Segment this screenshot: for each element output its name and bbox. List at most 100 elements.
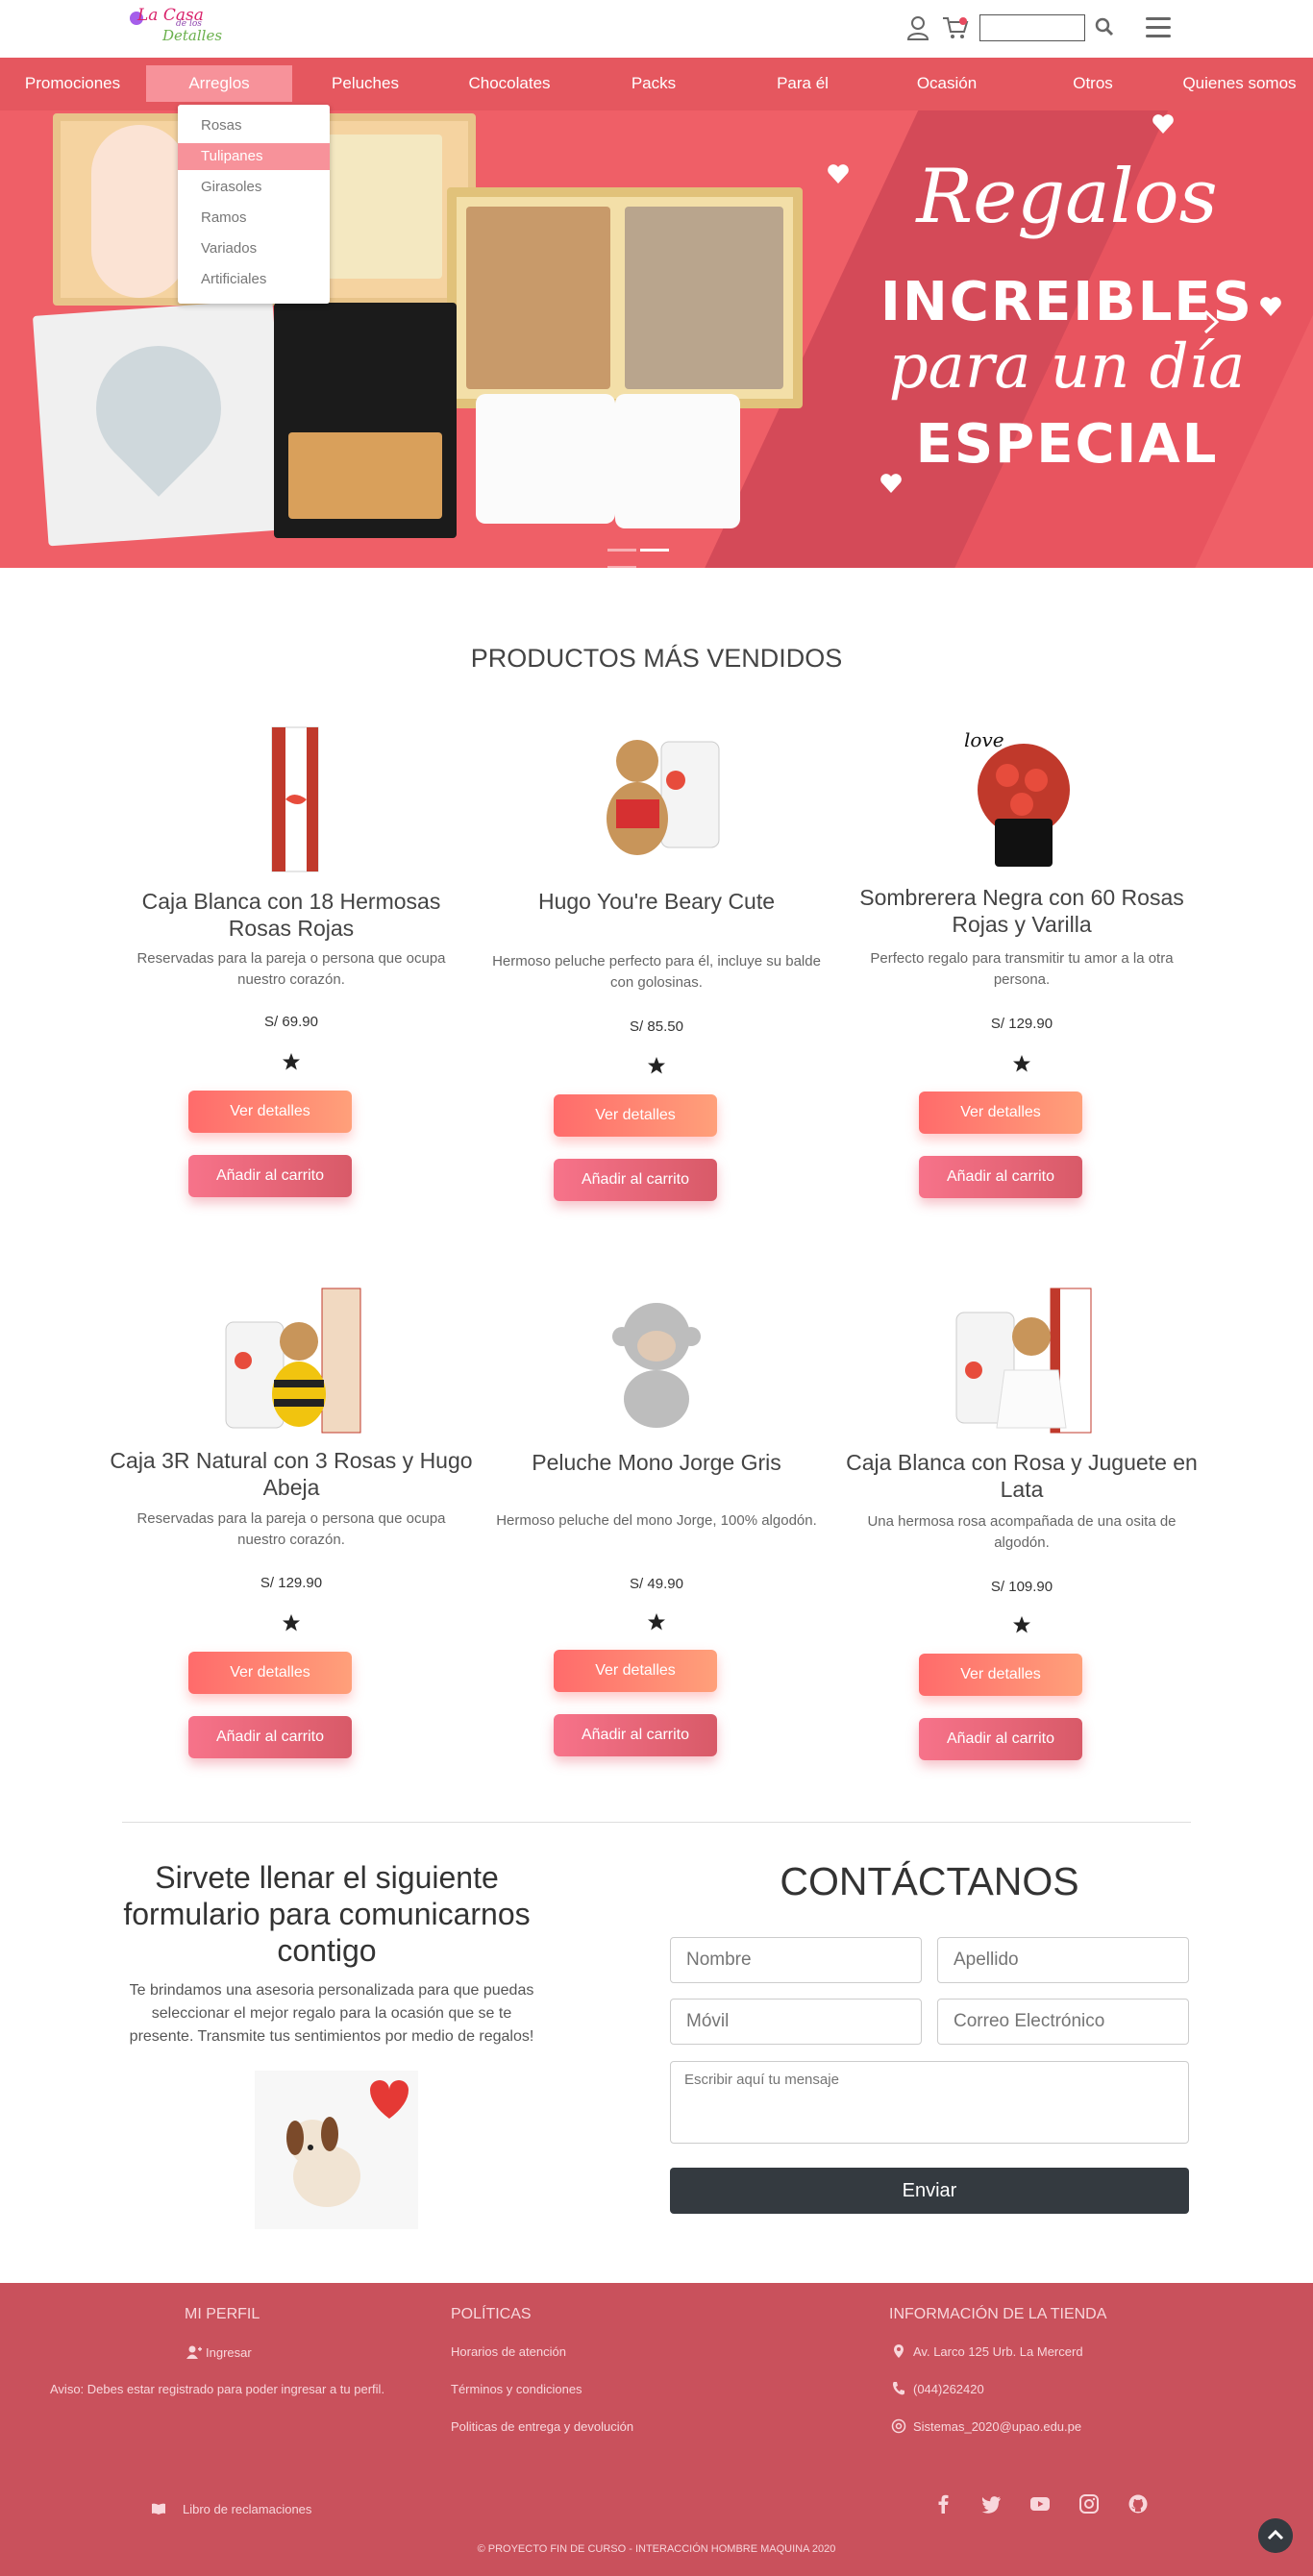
- heart-icon: [1152, 114, 1174, 134]
- send-button[interactable]: Enviar: [670, 2168, 1189, 2214]
- logo-line3: Detalles: [162, 27, 223, 44]
- details-button[interactable]: Ver detalles: [188, 1091, 352, 1133]
- footer-email[interactable]: Sistemas_2020@upao.edu.pe: [913, 2419, 1081, 2434]
- hero-caps: [625, 207, 783, 389]
- hamburger-menu-icon[interactable]: [1146, 17, 1171, 38]
- product-description: Hermoso peluche perfecto para él, incluy…: [492, 953, 821, 991]
- scroll-top-chevron-up-icon[interactable]: [1258, 2518, 1293, 2553]
- details-button[interactable]: Ver detalles: [919, 1092, 1082, 1134]
- dropdown-item-tulipanes[interactable]: Tulipanes: [178, 143, 330, 170]
- logo[interactable]: La Casa de los Detalles: [130, 6, 240, 44]
- star-icon: [1013, 1616, 1030, 1633]
- footer-copyright: © PROYECTO FIN DE CURSO - INTERACCIÓN HO…: [477, 2543, 836, 2555]
- instagram-icon[interactable]: [1078, 2493, 1100, 2515]
- nav-chocolates[interactable]: Chocolates: [457, 65, 562, 102]
- search-input[interactable]: [979, 14, 1085, 41]
- product-card: Caja Blanca con Rosa y Juguete en Lata U…: [839, 1284, 1204, 1803]
- add-to-cart-button[interactable]: Añadir al carrito: [188, 1716, 352, 1758]
- product-card: love Sombrerera Negra con 60 Rosas Rojas…: [839, 723, 1204, 1241]
- footer-profile-heading: MI PERFIL: [185, 2306, 260, 2322]
- footer-store-heading: INFORMACIÓN DE LA TIENDA: [889, 2306, 1107, 2322]
- nav-para-el[interactable]: Para él: [759, 65, 846, 102]
- details-button[interactable]: Ver detalles: [188, 1652, 352, 1694]
- email-field[interactable]: [937, 1999, 1189, 2045]
- footer-policy-link[interactable]: Términos y condiciones: [451, 2382, 582, 2396]
- nav-otros[interactable]: Otros: [1050, 65, 1136, 102]
- product-card: Caja 3R Natural con 3 Rosas y Hugo Abeja…: [109, 1284, 474, 1803]
- user-icon[interactable]: [906, 15, 929, 40]
- footer-policy-link[interactable]: Politicas de entrega y devolución: [451, 2419, 633, 2434]
- footer-login-link[interactable]: Ingresar: [206, 2345, 252, 2360]
- user-plus-icon: [186, 2345, 202, 2359]
- product-name[interactable]: Hugo You're Beary Cute: [474, 888, 839, 915]
- nav-quienes-somos[interactable]: Quienes somos: [1175, 65, 1304, 102]
- footer-complaints-link[interactable]: Libro de reclamaciones: [183, 2502, 311, 2516]
- product-name[interactable]: Caja Blanca con Rosa y Juguete en Lata: [839, 1449, 1204, 1503]
- product-image[interactable]: [214, 1284, 368, 1437]
- dropdown-item-ramos[interactable]: Ramos: [178, 205, 330, 232]
- dropdown-item-girasoles[interactable]: Girasoles: [178, 174, 330, 201]
- hero-corks: [466, 207, 610, 389]
- message-textarea[interactable]: [670, 2061, 1189, 2144]
- nav-promociones[interactable]: Promociones: [17, 65, 128, 102]
- product-price: S/ 69.90: [264, 1014, 318, 1030]
- add-to-cart-button[interactable]: Añadir al carrito: [554, 1714, 717, 1756]
- dropdown-item-artificiales[interactable]: Artificiales: [178, 266, 330, 293]
- nav-packs[interactable]: Packs: [610, 65, 697, 102]
- product-image[interactable]: [580, 1284, 733, 1437]
- carousel-next-icon[interactable]: [1202, 307, 1221, 336]
- details-button[interactable]: Ver detalles: [554, 1094, 717, 1137]
- youtube-icon[interactable]: [1029, 2493, 1051, 2515]
- form-intro-title: Sirvete llenar el siguiente formulario p…: [123, 1860, 531, 1968]
- add-to-cart-button[interactable]: Añadir al carrito: [919, 1156, 1082, 1198]
- footer-policies-heading: POLÍTICAS: [451, 2306, 532, 2322]
- heart-icon: [828, 164, 849, 184]
- dropdown-item-rosas[interactable]: Rosas: [178, 112, 330, 139]
- product-name[interactable]: Caja Blanca con 18 Hermosas Rosas Rojas: [109, 888, 474, 942]
- facebook-icon[interactable]: [933, 2493, 954, 2515]
- details-button[interactable]: Ver detalles: [919, 1654, 1082, 1696]
- product-name[interactable]: Peluche Mono Jorge Gris: [474, 1449, 839, 1476]
- hero-couple-portrait: [91, 125, 187, 298]
- star-icon: [648, 1057, 665, 1074]
- search-icon[interactable]: [1094, 16, 1115, 37]
- hero-title-line1: Regalos: [916, 154, 1218, 240]
- lastname-field[interactable]: [937, 1937, 1189, 1983]
- star-icon: [283, 1053, 300, 1070]
- product-name[interactable]: Sombrerera Negra con 60 Rosas Rojas y Va…: [839, 884, 1204, 938]
- add-to-cart-button[interactable]: Añadir al carrito: [554, 1159, 717, 1201]
- product-image[interactable]: [580, 723, 733, 876]
- product-image[interactable]: love: [945, 723, 1099, 876]
- hero-title-line3: para un día: [888, 331, 1246, 403]
- cart-badge: [959, 17, 967, 25]
- star-icon: [648, 1613, 665, 1631]
- footer-policy-link[interactable]: Horarios de atención: [451, 2344, 566, 2359]
- product-image[interactable]: [945, 1284, 1099, 1437]
- github-icon[interactable]: [1127, 2493, 1149, 2515]
- nav-peluches[interactable]: Peluches: [317, 65, 413, 102]
- details-button[interactable]: Ver detalles: [554, 1650, 717, 1692]
- footer: [0, 2283, 1313, 2576]
- nav-ocasion[interactable]: Ocasión: [899, 65, 995, 102]
- name-field[interactable]: [670, 1937, 922, 1983]
- heart-icon: [880, 474, 902, 493]
- product-card: Peluche Mono Jorge Gris Hermoso peluche …: [474, 1284, 839, 1803]
- footer-login-notice: Aviso: Debes estar registrado para poder…: [50, 2382, 385, 2396]
- dropdown-item-variados[interactable]: Variados: [178, 235, 330, 262]
- product-name[interactable]: Caja 3R Natural con 3 Rosas y Hugo Abeja: [109, 1447, 474, 1501]
- hero-mug-left: [476, 394, 615, 524]
- hero-title-line4: ESPECIAL: [915, 413, 1219, 476]
- phone-icon: [893, 2382, 904, 2395]
- add-to-cart-button[interactable]: Añadir al carrito: [919, 1718, 1082, 1760]
- nav-arreglos[interactable]: Arreglos: [146, 65, 292, 102]
- product-price: S/ 85.50: [630, 1018, 683, 1035]
- phone-field[interactable]: [670, 1999, 922, 2045]
- hero-calm-corks: [288, 432, 442, 519]
- svg-text:love: love: [964, 728, 1004, 751]
- carousel-indicators[interactable]: [607, 539, 704, 569]
- at-sign-icon: [891, 2418, 906, 2434]
- add-to-cart-button[interactable]: Añadir al carrito: [188, 1155, 352, 1197]
- section-divider: [122, 1822, 1191, 1823]
- product-image[interactable]: [214, 723, 368, 876]
- twitter-icon[interactable]: [980, 2493, 1002, 2515]
